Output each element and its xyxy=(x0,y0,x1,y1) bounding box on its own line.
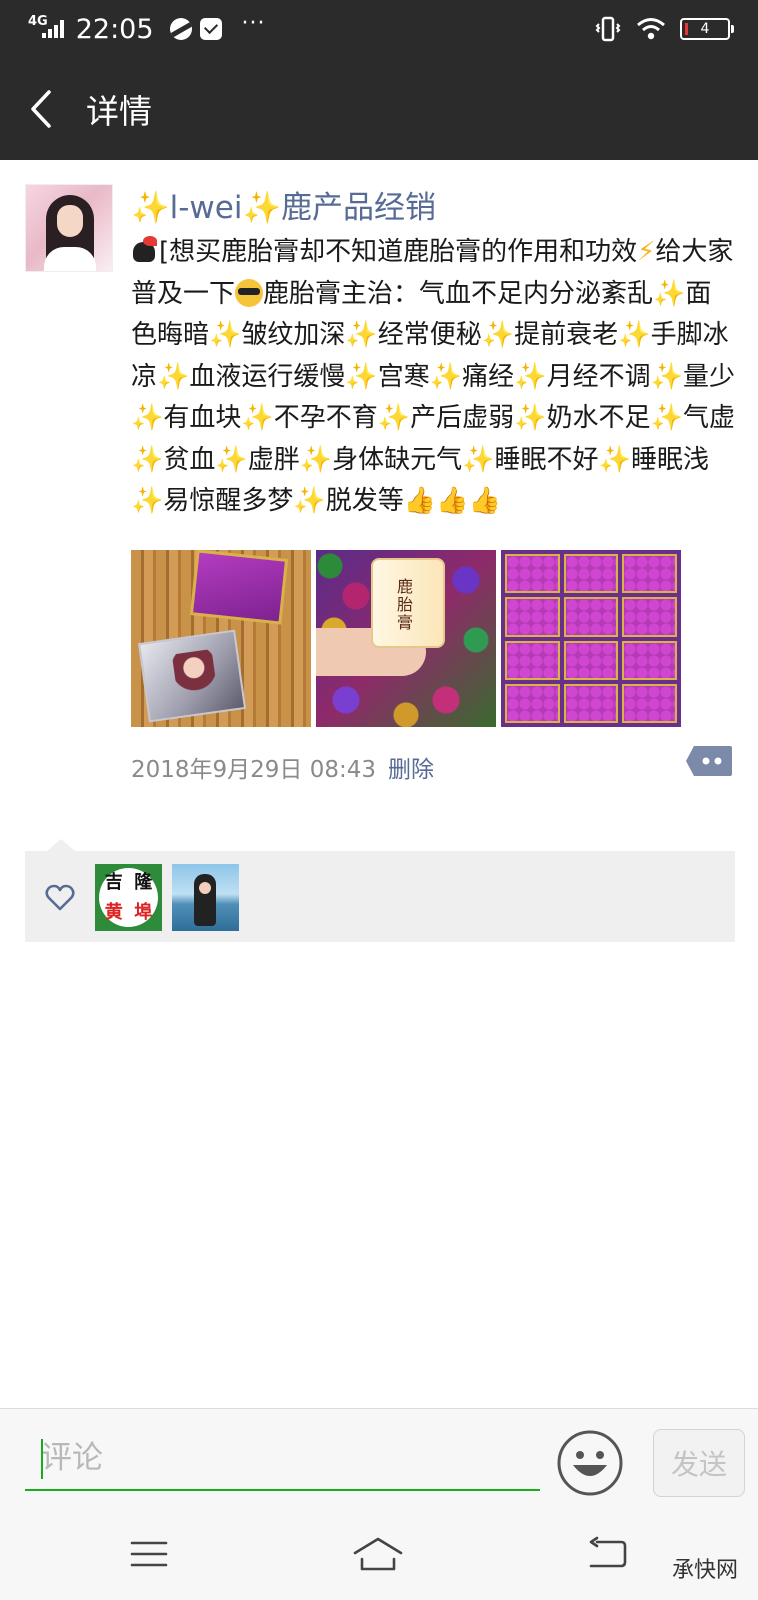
sunglasses-emoji-icon xyxy=(235,278,264,307)
thumbs-up-emoji-icon: 👍 xyxy=(436,486,469,516)
sparkle-icon: ✨ xyxy=(377,403,411,433)
post-meta: 2018年9月29日 08:43 删除 xyxy=(131,750,434,784)
author-avatar[interactable] xyxy=(25,184,113,272)
sparkle-icon: ✨ xyxy=(429,361,463,392)
page-title: 详情 xyxy=(86,92,152,131)
comment-bar: 发送 xyxy=(0,1408,758,1512)
sparkle-icon: ✨ xyxy=(293,486,326,516)
sparkle-icon: ✨ xyxy=(242,190,282,226)
sparkle-icon: ✨ xyxy=(650,361,683,392)
sparkle-icon: ✨ xyxy=(653,278,686,309)
sparkle-icon: ✨ xyxy=(618,320,651,350)
sparkle-icon: ✨ xyxy=(598,444,631,475)
bolt-emoji-icon: ⚡ xyxy=(637,237,656,267)
back-arrow-icon xyxy=(31,90,51,128)
santa-emoji-icon xyxy=(131,236,159,264)
home-icon[interactable] xyxy=(352,1534,404,1574)
sparkle-icon: ✨ xyxy=(345,320,378,350)
sparkle-icon: ✨ xyxy=(481,320,515,350)
sparkle-icon: ✨ xyxy=(131,486,164,516)
comment-input[interactable] xyxy=(25,1427,540,1491)
delete-link[interactable]: 删除 xyxy=(388,750,434,784)
sparkle-icon: ✨ xyxy=(157,361,190,392)
status-time: 22:05 xyxy=(75,13,154,45)
sparkle-icon: ✨ xyxy=(299,444,333,475)
back-nav-icon[interactable] xyxy=(585,1534,631,1574)
post-photo-1[interactable] xyxy=(131,550,311,727)
thumbs-up-emoji-icon: 👍 xyxy=(403,486,437,516)
sparkle-icon: ✨ xyxy=(131,403,164,433)
battery-level: 4 xyxy=(700,21,710,37)
post-photo-2[interactable] xyxy=(316,550,496,727)
sparkle-icon: ✨ xyxy=(131,190,170,226)
likes-box: 吉隆黄埠 xyxy=(25,839,735,942)
text-caret xyxy=(41,1439,43,1479)
vibrate-icon xyxy=(595,16,621,42)
more-notifications-icon: ··· xyxy=(241,10,266,36)
battery-icon: 4 xyxy=(680,18,734,40)
system-nav-bar xyxy=(0,1512,758,1600)
author-name[interactable]: ✨l-wei✨鹿产品经销 xyxy=(131,182,436,227)
comment-menu-icon[interactable] xyxy=(684,744,734,778)
sparkle-icon: ✨ xyxy=(514,361,547,392)
menu-icon[interactable] xyxy=(126,1534,172,1574)
thumbs-up-emoji-icon: 👍 xyxy=(468,486,501,516)
heart-icon xyxy=(45,884,75,911)
photo-grid xyxy=(131,550,681,727)
watermark-text: 承快网 xyxy=(672,1558,739,1583)
nav-bar: 详情 xyxy=(0,58,758,160)
wifi-icon xyxy=(637,18,665,40)
sparkle-icon: ✨ xyxy=(650,403,683,433)
liker-avatar-2[interactable] xyxy=(172,864,239,931)
send-button[interactable]: 发送 xyxy=(653,1429,745,1497)
liker-avatar-1[interactable]: 吉隆黄埠 xyxy=(95,864,162,931)
sparkle-icon: ✨ xyxy=(345,361,378,392)
notification-app-icon xyxy=(169,18,192,40)
network-type: 4G xyxy=(28,13,48,29)
sparkle-icon: ✨ xyxy=(241,403,274,433)
back-button[interactable] xyxy=(6,58,76,160)
post-text: [想买鹿胎膏却不知道鹿胎膏的作用和功效⚡给大家普及一下 鹿胎膏主治：气血不足内分泌… xyxy=(131,232,737,523)
sparkle-icon: ✨ xyxy=(215,444,248,475)
sparkle-icon: ✨ xyxy=(514,403,547,433)
sparkle-icon: ✨ xyxy=(462,444,495,475)
post-photo-3[interactable] xyxy=(501,550,681,727)
notification-message-icon xyxy=(199,18,222,40)
sparkle-icon: ✨ xyxy=(209,320,242,350)
sparkle-icon: ✨ xyxy=(131,444,164,475)
emoji-button[interactable] xyxy=(556,1429,624,1497)
post-timestamp: 2018年9月29日 08:43 xyxy=(131,757,377,783)
status-bar: 4G 22:05 ··· 4 xyxy=(0,0,758,58)
